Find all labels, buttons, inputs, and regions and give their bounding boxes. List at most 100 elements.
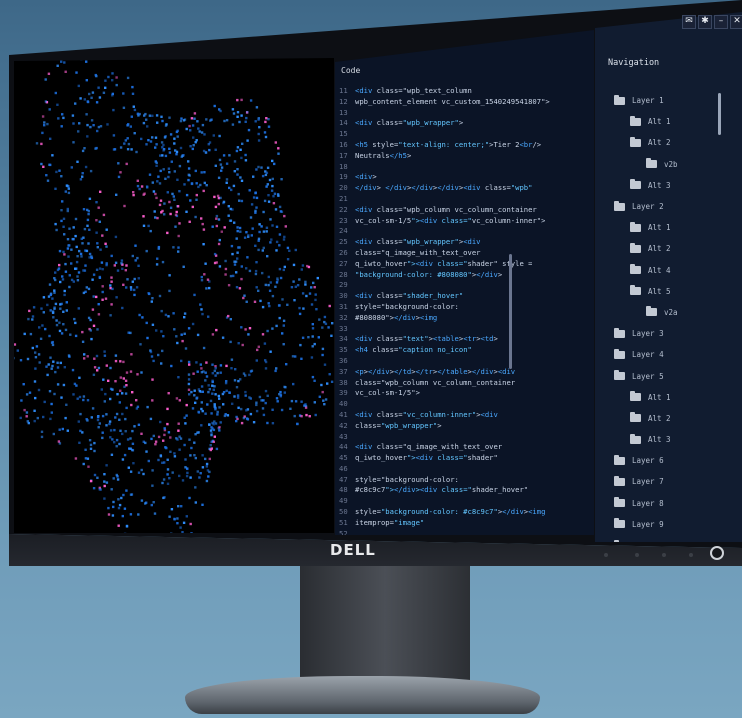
point-cloud-dot bbox=[231, 402, 234, 405]
point-cloud-dot bbox=[257, 139, 261, 142]
power-button[interactable] bbox=[710, 546, 724, 560]
point-cloud-dot bbox=[236, 146, 240, 149]
minimize-icon[interactable]: – bbox=[714, 15, 728, 29]
point-cloud-dot bbox=[145, 321, 148, 325]
point-cloud-dot bbox=[202, 243, 205, 246]
bezel-button[interactable] bbox=[662, 553, 666, 557]
point-cloud-dot bbox=[115, 83, 118, 87]
point-cloud-dot bbox=[87, 212, 90, 216]
point-cloud-dot bbox=[321, 326, 324, 329]
layer-item[interactable]: Layer 6 bbox=[614, 450, 734, 471]
point-cloud-dot bbox=[180, 359, 183, 363]
layer-item[interactable]: Layer 5 bbox=[614, 365, 734, 386]
point-cloud-dot bbox=[120, 259, 124, 262]
point-cloud-dot bbox=[240, 114, 243, 117]
layer-item[interactable]: Layer 10 bbox=[614, 535, 734, 542]
layer-sub-item[interactable]: Alt 3 bbox=[614, 429, 734, 450]
layer-sub-item[interactable]: Alt 2 bbox=[614, 238, 734, 259]
layer-sub-item[interactable]: v2a bbox=[614, 302, 734, 323]
point-cloud-dot bbox=[314, 298, 317, 302]
bezel-button[interactable] bbox=[689, 553, 693, 557]
code-scrollbar[interactable] bbox=[509, 254, 512, 369]
point-cloud-dot bbox=[170, 508, 174, 511]
point-cloud-dot bbox=[226, 414, 230, 417]
point-cloud-dot bbox=[194, 169, 197, 173]
line-number: 41 bbox=[339, 409, 348, 419]
code-body[interactable]: 11 <div class="wpb_text_column 12 wpb_cont… bbox=[339, 86, 589, 535]
point-cloud-dot bbox=[163, 202, 166, 205]
mail-icon[interactable]: ✉ bbox=[682, 15, 696, 29]
point-cloud-dot bbox=[194, 486, 197, 489]
point-cloud-dot bbox=[310, 356, 314, 359]
point-cloud-dot bbox=[74, 267, 77, 270]
point-cloud-dot bbox=[265, 230, 268, 233]
bezel-button[interactable] bbox=[635, 553, 639, 557]
point-cloud-dot bbox=[103, 473, 106, 476]
line-number: 51 bbox=[339, 517, 348, 527]
point-cloud-dot bbox=[201, 454, 204, 457]
point-cloud-dot bbox=[214, 148, 217, 151]
layer-sub-item[interactable]: Alt 2 bbox=[614, 132, 734, 153]
bezel-button[interactable] bbox=[604, 553, 608, 557]
layer-item[interactable]: Layer 3 bbox=[614, 323, 734, 344]
point-cloud-dot bbox=[177, 429, 180, 432]
point-cloud-dot bbox=[54, 222, 57, 226]
layer-label: Alt 1 bbox=[648, 223, 671, 233]
point-cloud-dot bbox=[208, 423, 211, 426]
point-cloud-dot bbox=[62, 383, 66, 387]
point-cloud-dot bbox=[82, 462, 85, 466]
point-cloud-dot bbox=[162, 496, 165, 500]
point-cloud-dot bbox=[257, 132, 260, 136]
layer-sub-item[interactable]: Alt 4 bbox=[614, 260, 734, 281]
point-cloud-dot bbox=[270, 189, 274, 192]
point-cloud-dot bbox=[176, 517, 179, 520]
point-cloud-dot bbox=[292, 263, 296, 267]
layer-sub-item[interactable]: Alt 5 bbox=[614, 281, 734, 302]
point-cloud-dot bbox=[49, 309, 52, 312]
point-cloud-dot bbox=[58, 249, 62, 253]
point-cloud-dot bbox=[111, 92, 114, 96]
point-cloud-dot bbox=[53, 277, 56, 280]
close-icon[interactable]: ✕ bbox=[730, 15, 742, 29]
point-cloud-dot bbox=[279, 276, 283, 280]
layer-item[interactable]: Layer 7 bbox=[614, 471, 734, 492]
code-editor-panel[interactable]: Code 11 <div class="wpb_text_column 12 wpb… bbox=[335, 30, 594, 535]
point-cloud-dot bbox=[129, 470, 133, 473]
layer-sub-item[interactable]: Alt 3 bbox=[614, 175, 734, 196]
point-cloud-dot bbox=[114, 416, 117, 419]
point-cloud-dot bbox=[62, 310, 65, 313]
point-cloud-dot bbox=[293, 299, 296, 302]
point-cloud-dot bbox=[149, 417, 153, 421]
point-cloud-dot bbox=[181, 479, 185, 482]
point-cloud-dot bbox=[87, 242, 90, 245]
line-number: 32 bbox=[339, 312, 348, 322]
layer-item[interactable]: Layer 9 bbox=[614, 514, 734, 535]
layer-sub-item[interactable]: Alt 1 bbox=[614, 111, 734, 132]
code-line: 33 bbox=[339, 324, 589, 335]
point-cloud-viewport[interactable] bbox=[14, 58, 334, 533]
point-cloud-dot bbox=[88, 92, 91, 96]
point-cloud-dot bbox=[104, 79, 107, 82]
layer-item[interactable]: Layer 8 bbox=[614, 493, 734, 514]
point-cloud-dot bbox=[184, 466, 187, 469]
layer-sub-item[interactable]: Alt 1 bbox=[614, 217, 734, 238]
layer-item[interactable]: Layer 2 bbox=[614, 196, 734, 217]
layer-sub-item[interactable]: v2b bbox=[614, 154, 734, 175]
point-cloud-dot bbox=[97, 206, 100, 209]
point-cloud-dot bbox=[324, 398, 328, 401]
point-cloud-dot bbox=[74, 234, 77, 238]
point-cloud-dot bbox=[180, 117, 183, 120]
gear-icon[interactable]: ✱ bbox=[698, 15, 712, 29]
layer-sub-item[interactable]: Alt 1 bbox=[614, 387, 734, 408]
point-cloud-dot bbox=[264, 359, 267, 362]
point-cloud-dot bbox=[166, 473, 169, 476]
layer-sub-item[interactable]: Alt 2 bbox=[614, 408, 734, 429]
point-cloud-dot bbox=[154, 440, 158, 443]
layer-item[interactable]: Layer 1 bbox=[614, 90, 734, 111]
navigation-scrollbar[interactable] bbox=[718, 93, 721, 135]
code-text: <h4 class="caption no_icon" bbox=[355, 345, 472, 355]
layer-label: Layer 3 bbox=[632, 329, 664, 339]
point-cloud-dot bbox=[271, 327, 274, 330]
point-cloud-dot bbox=[265, 117, 268, 120]
layer-item[interactable]: Layer 4 bbox=[614, 344, 734, 365]
